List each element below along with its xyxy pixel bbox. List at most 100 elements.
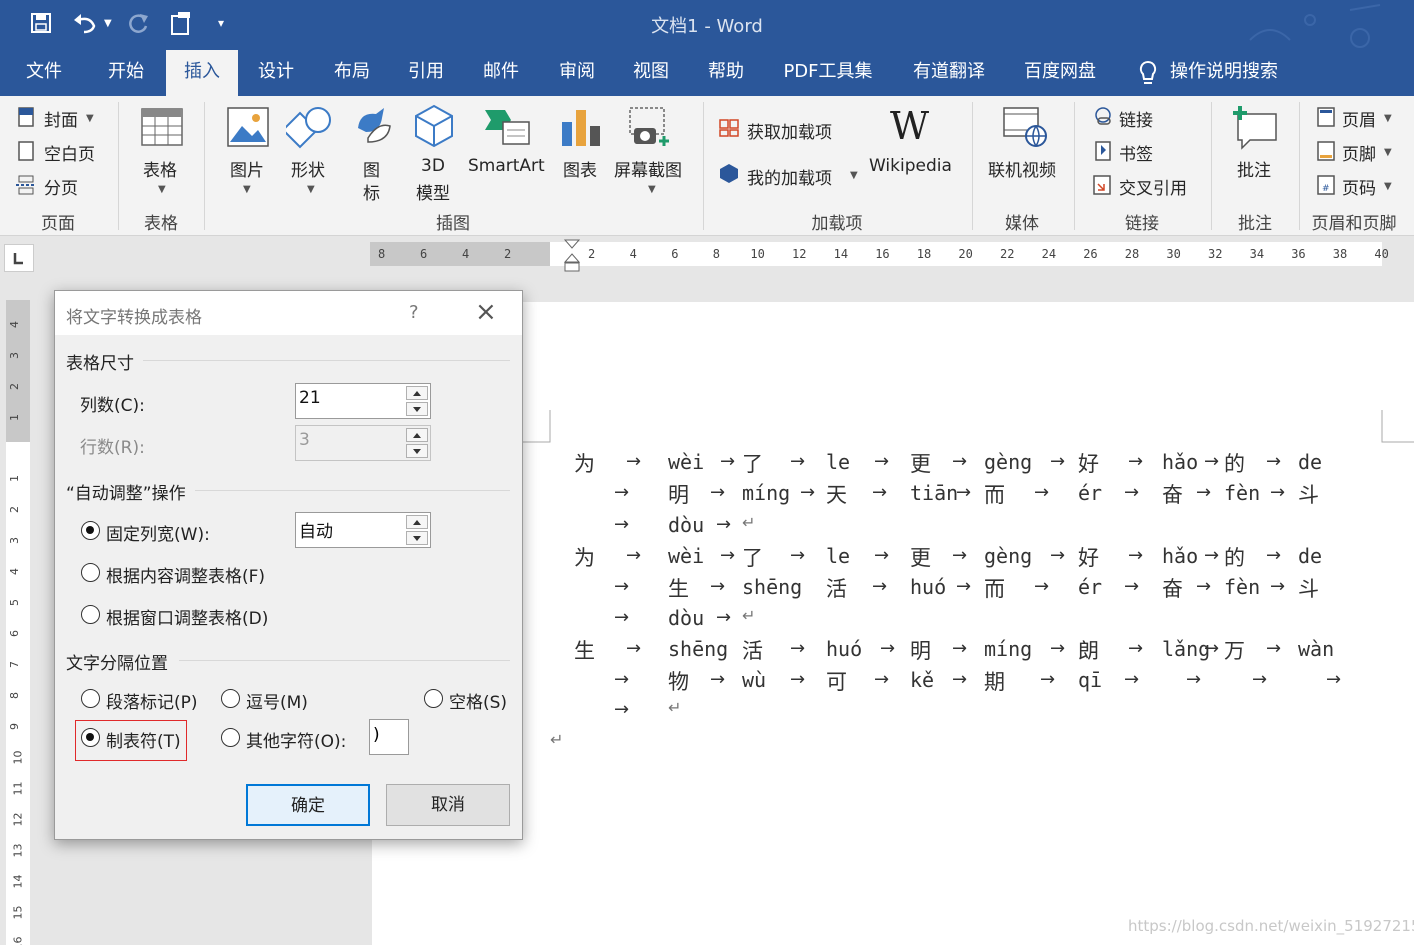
document-word: fèn [1224,481,1261,505]
header-dropdown-icon[interactable]: ▼ [1384,113,1392,124]
document-word: míng [984,637,1033,661]
get-addins-icon [719,119,739,137]
tab-mailings[interactable]: 邮件 [471,50,531,96]
blank-page-button[interactable]: 空白页 [44,140,95,165]
vertical-ruler-number: 13 [11,843,25,858]
tab-baidu-netdisk[interactable]: 百度网盘 [1014,50,1106,96]
tab-mark-icon: → [1128,451,1144,472]
get-addins-button[interactable]: 获取加载项 [747,118,832,143]
tell-me-search[interactable]: 操作说明搜索 [1170,50,1290,96]
shapes-button[interactable]: 形状 [291,156,325,181]
3d-model-button-line2[interactable]: 模型 [416,179,450,204]
document-word: 可 [826,670,847,694]
tab-help[interactable]: 帮助 [696,50,756,96]
my-addins-dropdown-icon[interactable]: ▼ [850,170,858,181]
tab-view[interactable]: 视图 [621,50,681,96]
icons-button-line1[interactable]: 图 [363,156,380,181]
vertical-ruler-number: 1 [8,414,21,421]
tab-pdf-tools[interactable]: PDF工具集 [776,50,880,96]
tab-youdao[interactable]: 有道翻译 [903,50,995,96]
document-page[interactable] [372,302,1414,945]
table-dropdown-icon[interactable]: ▼ [158,184,166,195]
document-word: 物 [668,670,689,694]
sep-other-radio[interactable] [221,728,240,747]
bookmark-button[interactable]: 书签 [1119,140,1153,165]
fixed-width-value[interactable]: 自动 [299,517,333,542]
close-icon[interactable]: × [475,297,497,327]
online-video-button[interactable]: 联机视频 [988,156,1056,181]
sep-tab-radio[interactable] [81,728,100,747]
page-number-dropdown-icon[interactable]: ▼ [1384,181,1392,192]
autofit-content-radio[interactable] [81,563,100,582]
picture-dropdown-icon[interactable]: ▼ [243,184,251,195]
help-icon[interactable]: ? [409,302,419,323]
fixed-width-down-icon[interactable] [406,531,428,545]
table-button[interactable]: 表格 [143,156,177,181]
autofit-content-label[interactable]: 根据内容调整表格(F) [106,562,265,587]
chart-button[interactable]: 图表 [563,156,597,181]
columns-value[interactable]: 21 [299,388,321,408]
indent-markers-icon[interactable] [563,238,581,274]
sep-tab-label[interactable]: 制表符(T) [106,727,181,752]
document-word: lǎng [1162,637,1211,661]
tab-review[interactable]: 审阅 [547,50,607,96]
fixed-width-up-icon[interactable] [406,515,428,529]
columns-up-icon[interactable] [406,386,428,400]
document-word: 了 [742,452,763,476]
cover-dropdown-icon[interactable]: ▼ [86,113,94,124]
fixed-width-stepper[interactable]: 自动 [295,512,431,548]
icons-button-line2[interactable]: 标 [363,179,380,204]
sep-space-label[interactable]: 空格(S) [449,688,507,713]
other-char-input[interactable]: ) [369,719,409,755]
sep-other-label[interactable]: 其他字符(O): [246,727,346,752]
autofit-window-radio[interactable] [81,605,100,624]
ok-button[interactable]: 确定 [246,784,370,826]
document-word: 为 [574,546,595,570]
sep-comma-label[interactable]: 逗号(M) [246,688,308,713]
header-button[interactable]: 页眉 [1342,106,1376,131]
document-word: 更 [910,546,931,570]
page-break-button[interactable]: 分页 [44,174,78,199]
addins-group-label: 加载项 [811,214,863,234]
shapes-dropdown-icon[interactable]: ▼ [307,184,315,195]
tab-design[interactable]: 设计 [246,50,306,96]
sep-paragraph-label[interactable]: 段落标记(P) [106,688,198,713]
sep-paragraph-radio[interactable] [81,689,100,708]
tab-mark-icon: → [614,514,630,535]
tab-mark-icon: → [952,638,968,659]
tab-references[interactable]: 引用 [396,50,456,96]
tab-file[interactable]: 文件 [14,50,74,96]
cross-reference-button[interactable]: 交叉引用 [1119,174,1187,199]
dialog-titlebar[interactable]: 将文字转换成表格 ? × [55,291,522,335]
columns-stepper[interactable]: 21 [295,383,431,419]
fixed-width-radio[interactable] [81,521,100,540]
page-number-button[interactable]: 页码 [1342,174,1376,199]
link-button[interactable]: 链接 [1119,106,1153,131]
sep-comma-radio[interactable] [221,689,240,708]
fixed-width-label[interactable]: 固定列宽(W): [106,520,210,545]
ruler-number: 8 [378,247,386,261]
wikipedia-button[interactable]: Wikipedia [869,156,952,176]
document-word: wàn [1298,637,1335,661]
screenshot-button[interactable]: 屏幕截图 [614,156,682,181]
columns-down-icon[interactable] [406,402,428,416]
tab-mark-icon: → [1034,482,1050,503]
tab-mark-icon: → [952,669,968,690]
comment-button[interactable]: 批注 [1237,156,1271,181]
3d-model-button-line1[interactable]: 3D [421,156,445,176]
my-addins-button[interactable]: 我的加载项 [747,164,832,189]
smartart-button[interactable]: SmartArt [468,156,545,176]
screenshot-dropdown-icon[interactable]: ▼ [648,184,656,195]
tab-insert[interactable]: 插入 [166,50,238,96]
sep-space-radio[interactable] [424,689,443,708]
footer-button[interactable]: 页脚 [1342,140,1376,165]
tab-home[interactable]: 开始 [96,50,156,96]
cover-page-button[interactable]: 封面 [44,106,78,131]
cancel-button[interactable]: 取消 [386,784,510,826]
tab-layout[interactable]: 布局 [322,50,382,96]
autofit-window-label[interactable]: 根据窗口调整表格(D) [106,604,268,629]
footer-dropdown-icon[interactable]: ▼ [1384,147,1392,158]
rows-value: 3 [299,430,310,450]
picture-button[interactable]: 图片 [230,156,264,181]
tab-selector[interactable] [4,244,34,272]
